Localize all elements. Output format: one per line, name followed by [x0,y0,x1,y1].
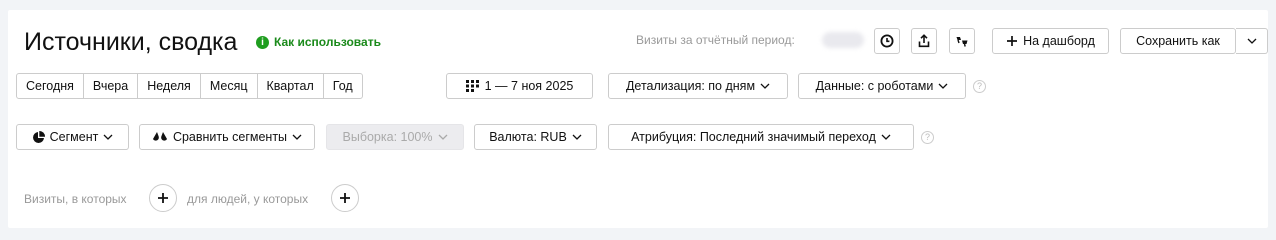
thumbs-icon [956,37,968,47]
visits-filter-label: Визиты, в которых [24,192,127,206]
chevron-down-icon [760,83,770,89]
chevron-down-icon [938,83,948,89]
export-button[interactable] [911,28,937,54]
attribution-label: Атрибуция: Последний значимый переход [631,130,876,144]
help-icon[interactable]: ? [921,131,934,144]
visits-period-label: Визиты за отчётный период: [636,33,795,47]
date-range-label: 1 — 7 ноя 2025 [484,79,574,93]
how-to-use-label: Как использовать [274,35,381,49]
sample-label: Выборка: 100% [342,130,433,144]
chevron-down-icon [881,134,891,140]
people-filter-label: для людей, у которых [187,192,309,206]
page-title: Источники, сводка [24,28,238,56]
period-year[interactable]: Год [324,74,362,98]
detail-label: Детализация: по дням [625,79,756,93]
clock-icon [880,34,894,48]
attribution-dropdown[interactable]: Атрибуция: Последний значимый переход [608,124,914,150]
segment-label: Сегмент [49,130,99,144]
pie-chart-icon [32,130,45,143]
compare-icon [152,131,167,141]
history-button[interactable] [874,28,900,54]
help-icon[interactable]: ? [973,80,986,93]
plus-icon [1007,36,1018,46]
period-quarter[interactable]: Квартал [258,74,324,98]
period-week[interactable]: Неделя [138,74,201,98]
save-as-dropdown-button[interactable] [1236,28,1268,54]
compare-segments-label: Сравнить сегменты [172,130,288,144]
period-preset-group: Сегодня Вчера Неделя Месяц Квартал Год [16,73,363,99]
add-to-dashboard-button[interactable]: На дашборд [992,28,1109,54]
period-month[interactable]: Месяц [201,74,258,98]
segment-dropdown[interactable]: Сегмент [16,124,129,150]
save-as-label: Сохранить как [1136,34,1220,48]
plus-icon [340,193,350,203]
data-robots-dropdown[interactable]: Данные: с роботами [798,73,966,99]
period-yesterday[interactable]: Вчера [84,74,139,98]
sample-dropdown: Выборка: 100% [326,124,464,150]
share-upload-icon [918,34,930,48]
detail-dropdown[interactable]: Детализация: по дням [608,73,788,99]
chevron-down-icon [572,134,582,140]
date-range-button[interactable]: 1 — 7 ноя 2025 [446,73,593,99]
chevron-down-icon [103,134,113,140]
period-today[interactable]: Сегодня [17,74,84,98]
calendar-icon [465,80,479,92]
how-to-use-link[interactable]: i Как использовать [256,34,381,50]
chevron-down-icon [1247,38,1256,44]
feedback-button[interactable] [949,28,975,54]
chevron-down-icon [438,134,447,140]
currency-label: Валюта: RUB [489,130,567,144]
compare-segments-dropdown[interactable]: Сравнить сегменты [139,124,315,150]
add-people-filter-button[interactable] [331,184,359,212]
add-visit-filter-button[interactable] [149,184,177,212]
visits-period-value [822,32,864,48]
data-robots-label: Данные: с роботами [815,79,934,93]
add-to-dashboard-label: На дашборд [1023,34,1095,48]
chevron-down-icon [292,134,302,140]
save-as-button[interactable]: Сохранить как [1120,28,1236,54]
plus-icon [158,193,168,203]
currency-dropdown[interactable]: Валюта: RUB [474,124,597,150]
info-icon: i [256,35,269,49]
